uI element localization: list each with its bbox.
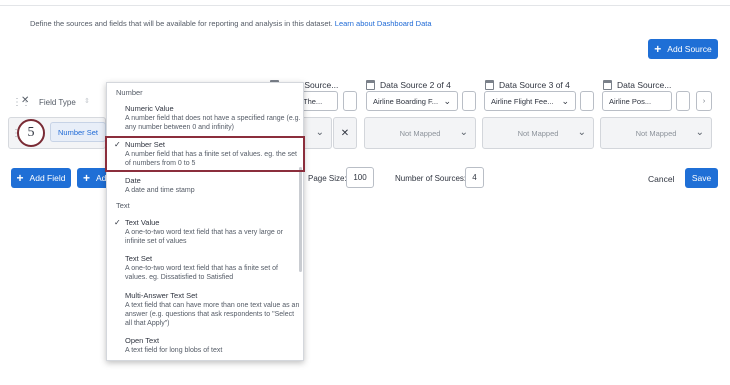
option-title: Numeric Value bbox=[125, 104, 174, 113]
source-2-mapping-value: Not Mapped bbox=[399, 128, 441, 138]
source-title-3: Data Source 3 of 4 bbox=[499, 80, 570, 90]
option-description: A one-to-two word text field that has a … bbox=[125, 229, 283, 245]
plus-icon: + bbox=[83, 171, 91, 185]
option-multi-answer-text-set[interactable]: Multi-Answer Text Set A text field that … bbox=[125, 291, 301, 328]
next-sources-button[interactable]: › bbox=[696, 91, 712, 111]
clear-mapping-button[interactable]: ✕ bbox=[333, 117, 357, 149]
group-label-text: Text bbox=[116, 201, 130, 210]
plus-icon: + bbox=[16, 171, 24, 185]
num-sources-input[interactable]: 4 bbox=[465, 167, 484, 188]
step-number-badge: 5 bbox=[17, 119, 45, 147]
num-sources-label: Number of Sources: bbox=[395, 174, 467, 183]
option-description: A text field that can have more than one… bbox=[125, 302, 300, 327]
add-source-label: Add Source bbox=[667, 44, 712, 54]
chevron-down-icon: ⌄ bbox=[315, 127, 324, 138]
source-3-mapping[interactable]: Not Mapped ⌄ bbox=[482, 117, 594, 149]
option-date[interactable]: Date A date and time stamp bbox=[125, 176, 301, 195]
option-description: A number field that does not have a spec… bbox=[125, 115, 301, 131]
option-title: Text Set bbox=[125, 254, 153, 263]
option-title: Open Text bbox=[125, 336, 160, 345]
source-select-4[interactable]: Airline Pos... bbox=[602, 91, 672, 111]
source-header-4: Data Source... bbox=[603, 80, 671, 90]
sort-icon[interactable]: ⇕ bbox=[84, 97, 90, 105]
source-4-option-button[interactable] bbox=[676, 91, 690, 111]
source-header-2: Data Source 2 of 4 bbox=[366, 80, 451, 90]
source-3-mapping-value: Not Mapped bbox=[517, 128, 559, 138]
close-icon: ✕ bbox=[340, 127, 350, 139]
add-field-label: Add Field bbox=[29, 173, 66, 183]
dropdown-scrollbar[interactable] bbox=[299, 167, 302, 272]
source-select-1-value: The... bbox=[303, 96, 323, 106]
chevron-down-icon: ⌄ bbox=[561, 96, 569, 106]
option-description: A date and time stamp bbox=[125, 187, 195, 194]
option-description: A text field for long blobs of text bbox=[125, 347, 223, 354]
field-type-dropdown: Number Numeric Value A number field that… bbox=[106, 82, 304, 361]
group-label-number: Number bbox=[116, 88, 143, 97]
source-select-3-value: Airline Flight Fee... bbox=[491, 96, 554, 106]
option-title: Multi-Answer Text Set bbox=[125, 291, 198, 300]
field-type-value: Number Set bbox=[57, 127, 99, 137]
option-text-set[interactable]: Text Set A one-to-two word text field th… bbox=[125, 254, 301, 282]
chevron-down-icon: ⌄ bbox=[695, 127, 704, 138]
source-select-2-value: Airline Boarding F... bbox=[373, 96, 439, 106]
source-select-4-value: Airline Pos... bbox=[609, 96, 652, 106]
option-text-value[interactable]: Text Value A one-to-two word text field … bbox=[125, 218, 301, 246]
chevron-down-icon: ⌄ bbox=[459, 127, 468, 138]
intro-text: Define the sources and fields that will … bbox=[30, 19, 432, 28]
option-open-text[interactable]: Open Text A text field for long blobs of… bbox=[125, 336, 301, 355]
calendar-icon bbox=[366, 80, 375, 90]
source-2-mapping[interactable]: Not Mapped ⌄ bbox=[364, 117, 476, 149]
option-title: Text Value bbox=[125, 218, 160, 227]
save-button[interactable]: Save bbox=[685, 168, 718, 188]
chevron-down-icon: ⌄ bbox=[577, 127, 586, 138]
close-icon[interactable]: ✕ bbox=[21, 95, 29, 106]
selection-highlight-box bbox=[105, 136, 305, 172]
source-title-4: Data Source... bbox=[617, 80, 672, 90]
cancel-button[interactable]: Cancel bbox=[648, 174, 674, 184]
option-description: A one-to-two word text field that has a … bbox=[125, 265, 278, 281]
source-title-2: Data Source 2 of 4 bbox=[380, 80, 451, 90]
source-1-option-button[interactable] bbox=[343, 91, 357, 111]
option-title: Date bbox=[125, 176, 141, 185]
source-2-option-button[interactable] bbox=[462, 91, 476, 111]
page-size-input[interactable]: 100 bbox=[346, 167, 374, 188]
option-numeric-value[interactable]: Numeric Value A number field that does n… bbox=[125, 104, 301, 132]
page-size-label: Page Size: bbox=[308, 174, 347, 183]
field-type-pill[interactable]: Number Set bbox=[50, 122, 106, 142]
source-select-2[interactable]: Airline Boarding F... ⌄ bbox=[366, 91, 458, 111]
source-3-option-button[interactable] bbox=[580, 91, 594, 111]
top-divider bbox=[0, 0, 730, 6]
add-partial-label: Ad bbox=[96, 173, 107, 183]
source-4-mapping[interactable]: Not Mapped ⌄ bbox=[600, 117, 712, 149]
source-header-3: Data Source 3 of 4 bbox=[485, 80, 570, 90]
add-field-button[interactable]: + Add Field bbox=[11, 168, 71, 188]
calendar-icon bbox=[603, 80, 612, 90]
source-select-3[interactable]: Airline Flight Fee... ⌄ bbox=[484, 91, 576, 111]
intro-description: Define the sources and fields that will … bbox=[30, 19, 333, 28]
field-type-header: Field Type bbox=[39, 98, 76, 107]
add-source-button[interactable]: + Add Source bbox=[648, 39, 718, 59]
chevron-right-icon: › bbox=[702, 97, 706, 105]
source-4-mapping-value: Not Mapped bbox=[635, 128, 677, 138]
chevron-down-icon: ⌄ bbox=[443, 96, 451, 106]
learn-more-link[interactable]: Learn about Dashboard Data bbox=[335, 19, 432, 28]
plus-icon: + bbox=[654, 42, 662, 56]
calendar-icon bbox=[485, 80, 494, 90]
checkmark-icon: ✓ bbox=[114, 218, 121, 227]
